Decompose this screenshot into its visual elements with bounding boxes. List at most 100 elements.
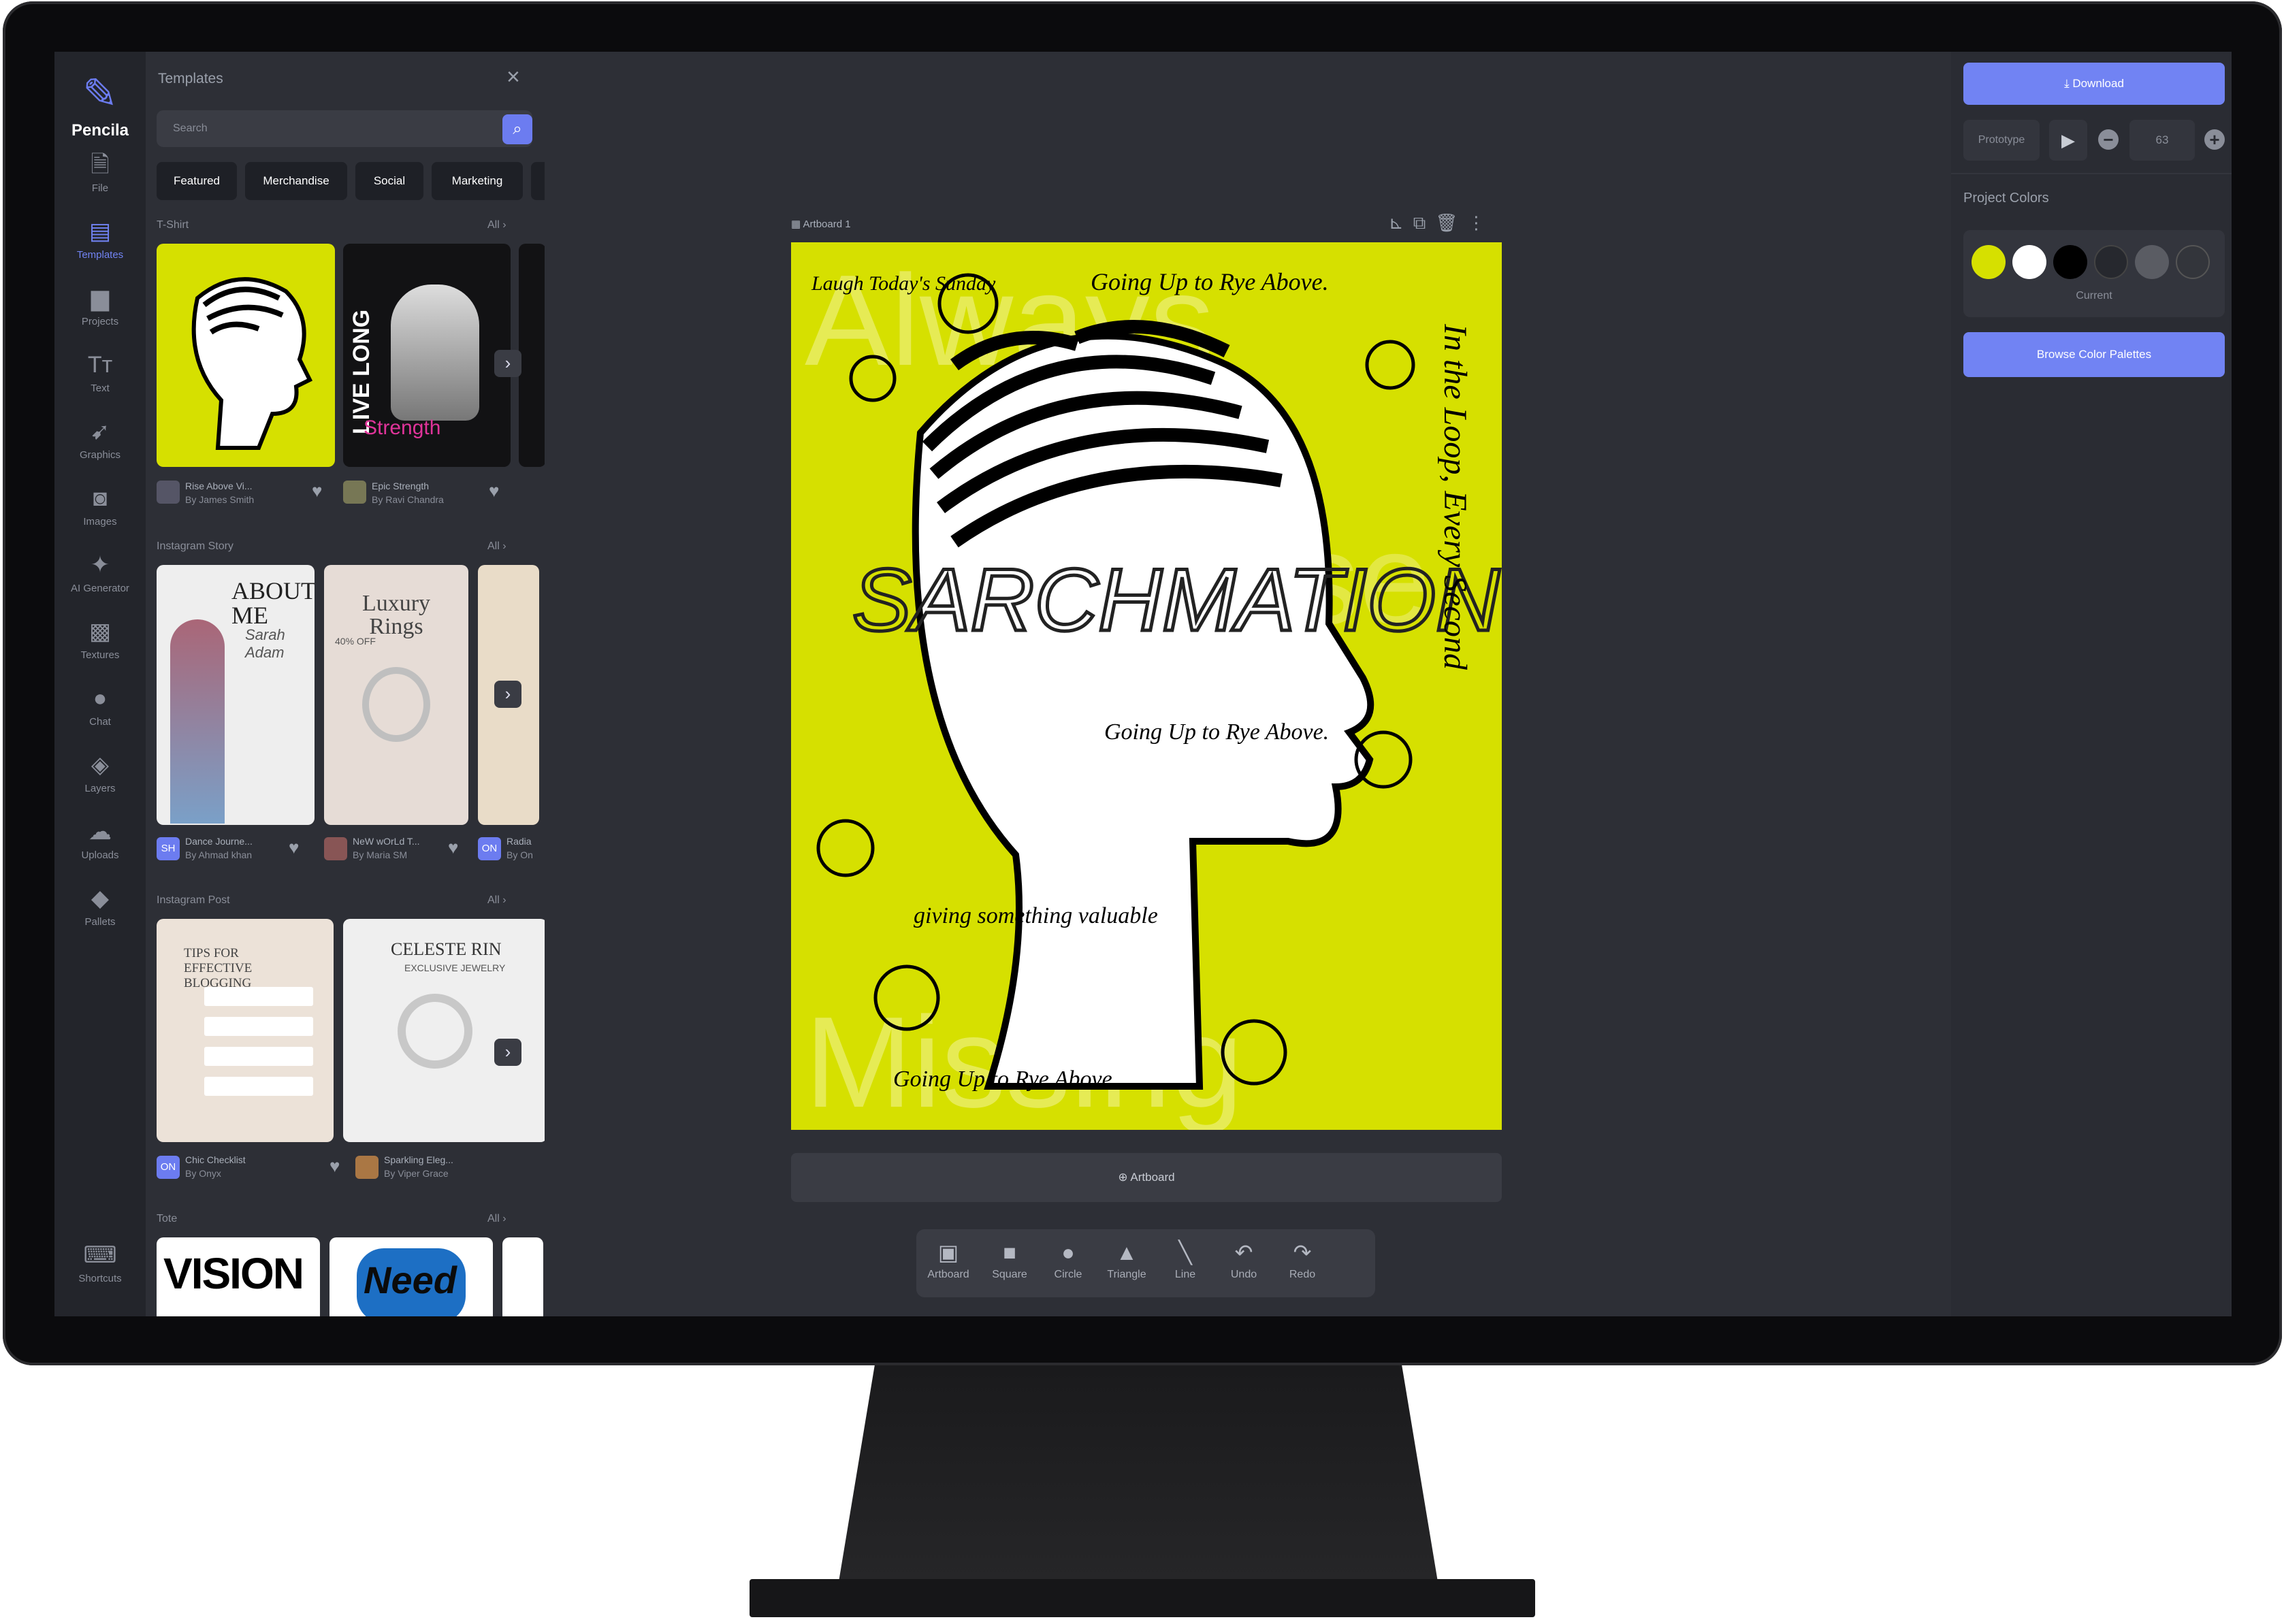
- template-card-story-1[interactable]: ABOUT ME Sarah Adam: [157, 565, 315, 825]
- tool-label: Undo: [1230, 1269, 1257, 1280]
- template-meta: Chic Checklist By Onyx: [185, 1153, 246, 1180]
- sidebar-item-shortcuts[interactable]: ⌨ Shortcuts: [54, 1240, 146, 1284]
- tool-redo[interactable]: ↷ Redo: [1273, 1239, 1332, 1281]
- stage: ✎ Pencila 🗎 File ▤ Templates ▆ Projects Tт Text…: [0, 0, 2284, 1624]
- tool-triangle[interactable]: ▲ Triangle: [1097, 1239, 1156, 1281]
- color-swatch[interactable]: [2176, 245, 2210, 279]
- sidebar-item-label: Shortcuts: [78, 1273, 122, 1284]
- add-artboard-button[interactable]: ⊕ Artboard: [791, 1153, 1502, 1202]
- template-meta: Dance Journe... By Ahmad khan: [185, 834, 253, 862]
- pencil-logo-icon: ✎: [82, 71, 118, 118]
- color-swatch[interactable]: [2012, 245, 2046, 279]
- undo-icon: ↶: [1234, 1240, 1253, 1265]
- sidebar-item-projects[interactable]: ▆ Projects: [54, 283, 146, 327]
- template-title: Dance Journe...: [185, 836, 253, 847]
- tool-line[interactable]: ╲ Line: [1156, 1239, 1215, 1281]
- bust-illustration: [912, 332, 1374, 1090]
- sidebar-item-templates[interactable]: ▤ Templates: [54, 216, 146, 261]
- avatar: [324, 837, 347, 860]
- template-card-tote-1[interactable]: VISION: [157, 1237, 320, 1316]
- heart-icon[interactable]: ♥: [448, 837, 458, 858]
- sidebar-item-ai-generator[interactable]: ✦ AI Generator: [54, 550, 146, 594]
- play-icon[interactable]: ▶: [2049, 120, 2087, 161]
- sidebar-item-chat[interactable]: ● Chat: [54, 683, 146, 728]
- chip-marketing[interactable]: Marketing: [432, 162, 523, 200]
- template-author: By Ahmad khan: [185, 849, 253, 860]
- chevron-right-icon[interactable]: ›: [494, 681, 521, 708]
- template-card-story-2[interactable]: Luxury Rings 40% OFF: [324, 565, 468, 825]
- chip-featured[interactable]: Featured: [157, 162, 237, 200]
- trash-icon[interactable]: 🗑: [1435, 212, 1467, 233]
- tool-undo[interactable]: ↶ Undo: [1215, 1239, 1273, 1281]
- close-icon[interactable]: ×: [506, 65, 520, 88]
- template-author: By James Smith: [185, 494, 255, 505]
- sidebar-item-text[interactable]: Tт Text: [54, 350, 146, 394]
- sparkle-icon: ✦: [90, 552, 110, 578]
- download-icon: ⤓: [2064, 77, 2070, 90]
- heart-icon[interactable]: ♥: [329, 1156, 340, 1177]
- card-subtitle: Sarah Adam: [245, 626, 285, 661]
- search-input[interactable]: Search ⌕: [157, 110, 532, 147]
- template-card-tshirt-2[interactable]: LIVE LONG Strength: [343, 244, 511, 467]
- color-swatch[interactable]: [2094, 245, 2128, 279]
- app-screen: ✎ Pencila 🗎 File ▤ Templates ▆ Projects Tт Text…: [54, 52, 2232, 1316]
- prototype-button[interactable]: Prototype: [1963, 120, 2040, 161]
- template-card-tote-2[interactable]: Need: [329, 1237, 493, 1316]
- checklist-row: [204, 1077, 313, 1096]
- template-title: Rise Above Vi...: [185, 481, 253, 491]
- template-card-post-1[interactable]: TIPS FOR EFFECTIVE BLOGGING: [157, 919, 334, 1142]
- templates-icon: ▤: [89, 218, 112, 244]
- template-title: Sparkling Eleg...: [384, 1154, 453, 1165]
- sidebar-item-images[interactable]: ◙ Images: [54, 483, 146, 527]
- search-icon[interactable]: ⌕: [502, 114, 532, 144]
- zoom-level[interactable]: 63: [2129, 120, 2195, 161]
- template-meta: Rise Above Vi... By James Smith: [185, 479, 254, 506]
- color-swatch[interactable]: [1972, 245, 2006, 279]
- template-card-tote-3[interactable]: [502, 1237, 543, 1316]
- zoom-in-icon[interactable]: +: [2204, 129, 2225, 150]
- sidebar-item-textures[interactable]: ▩ Textures: [54, 617, 146, 661]
- sidebar-item-layers[interactable]: ◈ Layers: [54, 750, 146, 794]
- chevron-right-icon[interactable]: ›: [494, 1039, 521, 1066]
- app-logo[interactable]: ✎ Pencila: [54, 69, 146, 140]
- see-all-tote[interactable]: All ›: [487, 1213, 506, 1225]
- chip-merchandise[interactable]: Merchandise: [245, 162, 347, 200]
- template-author: By On: [506, 849, 533, 860]
- tool-artboard[interactable]: ▣ Artboard: [919, 1239, 978, 1281]
- template-card-post-2[interactable]: CELESTE RIN EXCLUSIVE JEWELRY: [343, 919, 545, 1142]
- download-button[interactable]: ⤓ Download: [1963, 63, 2225, 105]
- properties-panel: ⤓ Download Prototype ▶ − 63 + Project Co…: [1951, 52, 2232, 1316]
- zoom-out-icon[interactable]: −: [2098, 129, 2119, 150]
- color-swatch[interactable]: [2053, 245, 2087, 279]
- see-all-instagram-post[interactable]: All ›: [487, 894, 506, 907]
- align-icon[interactable]: ⊾: [1389, 212, 1413, 233]
- template-card-tshirt-3[interactable]: [519, 244, 545, 467]
- sidebar-item-file[interactable]: 🗎 File: [54, 150, 146, 194]
- see-all-tshirt[interactable]: All ›: [487, 219, 506, 231]
- chip-overflow[interactable]: [531, 162, 545, 200]
- duplicate-icon[interactable]: ⧉: [1413, 212, 1436, 233]
- artboard-canvas[interactable]: Always Missing Rise SARCHMATION Laugh To…: [791, 242, 1502, 1130]
- heart-icon[interactable]: ♥: [312, 481, 322, 502]
- heart-icon[interactable]: ♥: [489, 481, 499, 502]
- chip-social[interactable]: Social: [355, 162, 423, 200]
- text-icon: Tт: [87, 352, 113, 378]
- template-card-tshirt-1[interactable]: [157, 244, 335, 467]
- see-all-instagram-story[interactable]: All ›: [487, 540, 506, 553]
- keyboard-icon: ⌨: [83, 1242, 117, 1268]
- more-icon[interactable]: ⋮: [1467, 212, 1494, 233]
- chevron-right-icon[interactable]: ›: [494, 350, 521, 377]
- tool-circle[interactable]: ● Circle: [1039, 1239, 1097, 1281]
- color-swatch[interactable]: [2135, 245, 2169, 279]
- avatar: ON: [478, 837, 501, 860]
- artboard-icon: ▣: [937, 1240, 959, 1265]
- tool-square[interactable]: ■ Square: [980, 1239, 1039, 1281]
- heart-icon[interactable]: ♥: [289, 837, 299, 858]
- sidebar-item-uploads[interactable]: ☁ Uploads: [54, 817, 146, 861]
- sidebar-item-graphics[interactable]: ➹ Graphics: [54, 417, 146, 461]
- script-line: Going Up to Rye Above.: [1091, 268, 1329, 295]
- artboard-label[interactable]: ▦ Artboard 1: [791, 218, 851, 230]
- template-author: By Maria SM: [353, 849, 408, 860]
- sidebar-item-pallets[interactable]: ◆ Pallets: [54, 883, 146, 928]
- browse-color-palettes-button[interactable]: Browse Color Palettes: [1963, 332, 2225, 377]
